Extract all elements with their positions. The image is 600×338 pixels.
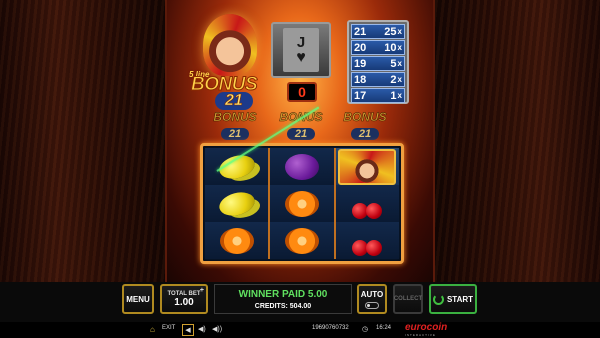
paytable-suffix: x <box>397 43 402 52</box>
bet-plus-icon: + <box>199 287 204 294</box>
reel-cell <box>335 222 399 259</box>
game-logo: 5 line BONUS 21 <box>185 10 275 110</box>
menu-button[interactable]: MENU <box>122 284 154 314</box>
paytable-count: 18 <box>354 73 367 86</box>
paytable-multiplier: 2 <box>390 73 397 86</box>
card-display: J ♥ <box>271 22 331 78</box>
reel-cell <box>335 148 399 185</box>
mini-bonus-text: BONUS <box>213 110 257 124</box>
ticket-id: 19690760732 <box>312 325 349 331</box>
brand-subtitle: INTERACTIVE <box>405 333 436 337</box>
mini-bonus-number: 21 <box>220 128 250 140</box>
toggle-icon <box>365 301 379 309</box>
paytable-count: 20 <box>354 41 367 54</box>
reel-3 <box>335 148 399 259</box>
paytable-row: 19 5x <box>351 56 405 71</box>
brand-logo: eurocoin INTERACTIVE <box>405 322 448 338</box>
mini-bonus-text: BONUS <box>343 110 387 124</box>
credits-text: CREDITS: 504.00 <box>254 303 312 310</box>
paytable-row: 17 1x <box>351 88 405 103</box>
exit-link[interactable]: EXIT <box>162 325 175 331</box>
card-counter: 0 <box>287 82 317 102</box>
paytable-suffix: x <box>397 59 402 68</box>
orange-icon <box>219 227 254 254</box>
cherry-icon <box>350 226 384 256</box>
cherry-icon <box>350 189 384 219</box>
orange-icon <box>284 190 319 217</box>
logo-number: 21 <box>215 92 253 110</box>
plum-icon <box>284 153 319 180</box>
paytable-count: 19 <box>354 57 367 70</box>
mini-bonus-logo-3: BONUS 21 <box>337 110 393 141</box>
jester-icon <box>338 148 397 185</box>
card-rank: J <box>296 33 306 51</box>
reel-cell <box>335 185 399 222</box>
paytable-suffix: x <box>397 27 402 36</box>
playing-card: J ♥ <box>283 28 319 72</box>
paytable-row: 20 10 x <box>351 40 405 55</box>
paytable-count: 17 <box>354 89 367 102</box>
reel-2 <box>270 148 336 259</box>
mini-bonus-logo-2: BONUS 21 <box>273 110 329 141</box>
status-bar: ⌂ EXIT ◀ ◀) ◀)) 19690760732 ◷ 16:24 euro… <box>0 322 600 338</box>
start-label: START <box>446 294 474 304</box>
mini-bonus-number: 21 <box>350 128 380 140</box>
heart-icon: ♥ <box>296 48 306 66</box>
speaker-icon[interactable]: ◀ <box>182 324 194 336</box>
paytable-suffix: x <box>397 75 402 84</box>
reel-cell <box>270 222 334 259</box>
paytable-multiplier: 1 <box>390 89 397 102</box>
start-button[interactable]: START <box>429 284 477 314</box>
volume-down-icon[interactable]: ◀) <box>198 325 206 333</box>
win-display: WINNER PAID 5.00 CREDITS: 504.00 <box>214 284 352 314</box>
paytable-count: 21 <box>354 25 367 38</box>
spin-icon <box>432 293 444 305</box>
game-area: 5 line BONUS 21 J ♥ 0 21 25 x 20 10 x 19 5… <box>165 0 435 282</box>
mini-bonus-number: 21 <box>286 128 316 140</box>
paytable: 21 25 x 20 10 x 19 5x 18 2x 17 1x <box>347 20 409 104</box>
paytable-row: 18 2x <box>351 72 405 87</box>
total-bet-value: 1.00 <box>174 296 194 308</box>
winner-paid-text: WINNER PAID 5.00 <box>238 289 328 300</box>
reel-cell <box>205 222 269 259</box>
reel-1 <box>205 148 271 259</box>
auto-button[interactable]: AUTO <box>357 284 387 314</box>
mini-bonus-logo-1: BONUS 21 <box>207 110 263 141</box>
paytable-multiplier: 10 <box>384 41 397 54</box>
paytable-multiplier: 5 <box>390 57 397 70</box>
auto-label: AUTO <box>360 289 384 299</box>
home-icon[interactable]: ⌂ <box>150 325 155 334</box>
collect-button[interactable]: COLLECT <box>393 284 423 314</box>
lemon-icon <box>216 188 257 219</box>
paytable-multiplier: 25 <box>384 25 397 38</box>
orange-icon <box>284 227 319 254</box>
volume-up-icon[interactable]: ◀)) <box>212 325 222 333</box>
reel-cell <box>270 148 334 185</box>
brand-name: eurocoin <box>405 322 448 333</box>
reel-cell <box>270 185 334 222</box>
jester-character-icon <box>203 14 257 76</box>
reel-cell <box>205 148 269 185</box>
reel-cell <box>205 185 269 222</box>
control-bar: MENU + TOTAL BET 1.00 WINNER PAID 5.00 C… <box>0 282 600 322</box>
paytable-suffix: x <box>397 91 402 100</box>
total-bet-button[interactable]: + TOTAL BET 1.00 <box>160 284 208 314</box>
paytable-row: 21 25 x <box>351 24 405 39</box>
clock-time: 16:24 <box>376 325 392 331</box>
clock-icon: ◷ <box>362 326 369 333</box>
